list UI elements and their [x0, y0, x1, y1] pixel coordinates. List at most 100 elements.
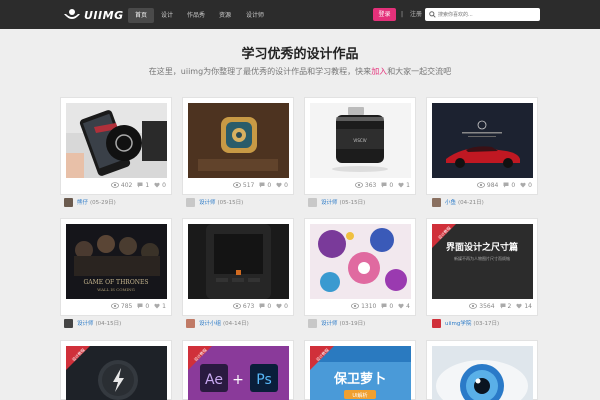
views-stat: 3564: [469, 303, 495, 310]
avatar[interactable]: [308, 318, 317, 328]
likes-count: 1: [162, 302, 166, 310]
site-logo[interactable]: UIIMG: [63, 7, 124, 23]
likes-stat: 14: [516, 303, 532, 310]
post-author: 设计师 (03-19日): [308, 318, 365, 328]
post-card[interactable]: 设计教程 界面设计之尺寸篇 新媒不再为人物图片尺寸而烦恼 3564 2 14: [426, 218, 538, 316]
post-thumbnail[interactable]: [66, 103, 167, 178]
post-card[interactable]: VISCIV 363 0 1: [304, 97, 416, 195]
nav-item-home[interactable]: 首页: [128, 8, 154, 23]
nav-item-design[interactable]: 设计: [154, 8, 180, 23]
post-author: 设计师 (05-15日): [308, 197, 365, 207]
likes-stat: 0: [154, 182, 166, 189]
subtitle-text: 在这里，uiimg为你整理了最优秀的设计作品和学习教程，快来: [148, 67, 372, 76]
bottle-label: VISCIV: [353, 138, 366, 143]
post-thumbnail[interactable]: 设计教程: [66, 346, 167, 400]
post-thumbnail[interactable]: [432, 103, 533, 178]
post-card[interactable]: GAME OF THRONES WALL IS COMING 785 0 1: [60, 218, 172, 316]
post-card[interactable]: 1310 0 4: [304, 218, 416, 316]
join-link[interactable]: 加入: [371, 67, 387, 76]
post-thumbnail[interactable]: [188, 103, 289, 178]
nav-item-showcase[interactable]: 作品秀: [180, 8, 212, 23]
post-card[interactable]: 402 1 0: [60, 97, 172, 195]
avatar[interactable]: [64, 197, 73, 207]
post-author: 小鱼 (04-21日): [432, 197, 484, 207]
avatar[interactable]: [64, 318, 73, 328]
views-stat: 984: [476, 181, 499, 189]
register-link[interactable]: 注册: [410, 8, 422, 21]
eye-icon: [351, 303, 360, 309]
heart-icon: [398, 303, 404, 309]
search-input[interactable]: [438, 9, 538, 20]
views-count: 673: [242, 302, 255, 310]
avatar[interactable]: [186, 318, 195, 328]
avatar[interactable]: [186, 197, 195, 207]
nav-item-designers[interactable]: 设计师: [238, 8, 272, 23]
search-box[interactable]: [425, 8, 540, 21]
post-date: (04-14日): [223, 321, 249, 327]
post-thumbnail[interactable]: [188, 224, 289, 299]
post-thumbnail[interactable]: [432, 346, 533, 400]
post-card[interactable]: [426, 340, 538, 400]
likes-stat: 1: [398, 182, 410, 189]
post-stats: 517 0 0: [188, 180, 288, 190]
views-stat: 1310: [351, 303, 376, 310]
carrot-subtitle: UI解析: [352, 392, 367, 399]
post-thumbnail[interactable]: 设计教程 界面设计之尺寸篇 新媒不再为人物图片尺寸而烦恼: [432, 224, 533, 299]
likes-count: 14: [524, 302, 532, 310]
post-card[interactable]: 设计教程: [60, 340, 172, 400]
post-author: 设计小组 (04-14日): [186, 318, 249, 328]
heart-icon: [516, 303, 522, 309]
likes-count: 0: [284, 302, 288, 310]
avatar[interactable]: [308, 197, 317, 207]
post-thumbnail[interactable]: GAME OF THRONES WALL IS COMING: [66, 224, 167, 299]
post-card[interactable]: 设计教程 保卫萝卜 UI解析: [304, 340, 416, 400]
avatar[interactable]: [432, 197, 441, 207]
post-author: 熊仔 (05-29日): [64, 197, 116, 207]
heart-icon: [154, 182, 160, 188]
avatar[interactable]: [432, 318, 441, 328]
author-name[interactable]: 小鱼: [445, 198, 456, 206]
views-stat: 785: [110, 303, 132, 310]
comments-count: 1: [145, 181, 150, 189]
post-date: (05-15日): [217, 200, 244, 206]
views-stat: 673: [232, 302, 255, 310]
thumb-title: 界面设计之尺寸篇: [446, 241, 518, 253]
nav-item-resources[interactable]: 资源: [212, 8, 238, 23]
post-card[interactable]: 517 0 0: [182, 97, 294, 195]
post-thumbnail[interactable]: [310, 224, 411, 299]
post-date: (03-19日): [339, 321, 366, 327]
heart-icon: [398, 182, 404, 188]
carrot-title: 保卫萝卜: [333, 371, 386, 387]
author-name[interactable]: 熊仔: [77, 198, 88, 206]
post-card[interactable]: 984 0 0: [426, 97, 538, 195]
subtitle-text-end: 和大家一起交流吧: [387, 67, 452, 76]
heart-icon: [520, 182, 526, 188]
author-name[interactable]: 设计师: [77, 319, 94, 327]
views-count: 1310: [361, 302, 377, 310]
comment-icon: [381, 182, 387, 188]
views-count: 363: [364, 181, 377, 189]
comment-icon: [137, 182, 143, 188]
eye-icon: [110, 182, 119, 188]
post-thumbnail[interactable]: 设计教程 Ae + Ps: [188, 346, 289, 400]
post-thumbnail[interactable]: 设计教程 保卫萝卜 UI解析: [310, 346, 411, 400]
post-stats: 402 1 0: [66, 180, 166, 190]
post-card[interactable]: 673 0 0: [182, 218, 294, 316]
author-name[interactable]: 设计师: [321, 319, 338, 327]
author-name[interactable]: 设计师: [199, 198, 216, 206]
post-thumbnail[interactable]: VISCIV: [310, 103, 411, 178]
post-card[interactable]: 设计教程 Ae + Ps: [182, 340, 294, 400]
author-name[interactable]: uiimg学院: [445, 319, 471, 327]
author-name[interactable]: 设计师: [321, 198, 338, 206]
login-button[interactable]: 登录: [373, 8, 396, 21]
likes-count: 0: [284, 181, 288, 189]
comments-count: 0: [389, 181, 394, 189]
post-date: (03-17日): [473, 321, 500, 327]
page-subtitle: 在这里，uiimg为你整理了最优秀的设计作品和学习教程，快来加入和大家一起交流吧: [0, 66, 600, 77]
game-subtitle: WALL IS COMING: [97, 287, 135, 292]
views-count: 984: [486, 181, 499, 189]
comments-stat: 0: [137, 303, 149, 310]
author-name[interactable]: 设计小组: [199, 319, 221, 327]
heart-icon: [276, 303, 282, 309]
comments-stat: 0: [381, 182, 393, 189]
